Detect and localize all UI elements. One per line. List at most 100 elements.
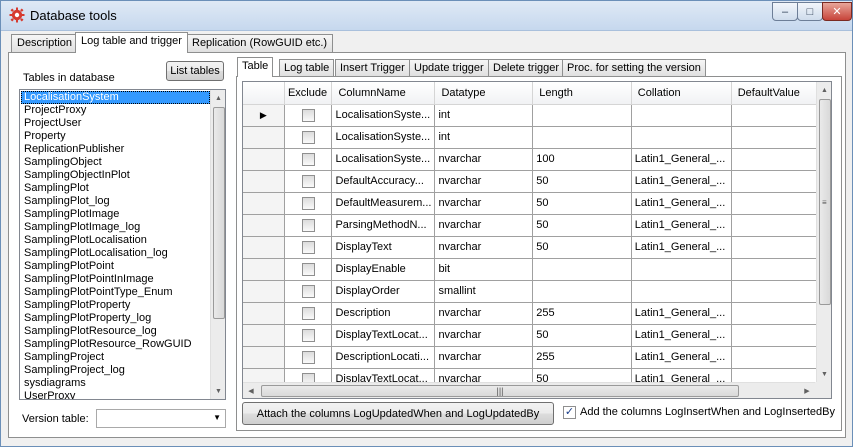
columnname-cell[interactable]: DescriptionLocati...: [331, 346, 436, 369]
collation-cell[interactable]: [631, 280, 732, 303]
columnname-cell[interactable]: DisplayEnable: [331, 258, 436, 281]
datatype-cell[interactable]: int: [434, 126, 534, 149]
minimize-button[interactable]: –: [772, 2, 798, 21]
list-item[interactable]: SamplingPlotPointType_Enum: [21, 286, 210, 299]
row-header[interactable]: [243, 148, 285, 171]
list-item[interactable]: SamplingPlotPointInImage: [21, 273, 210, 286]
list-item[interactable]: sysdiagrams: [21, 377, 210, 390]
table-row[interactable]: DefaultAccuracy... nvarchar 50 Latin1_Gener…: [243, 170, 831, 193]
length-cell[interactable]: 255: [532, 346, 632, 369]
tables-vertical-scrollbar[interactable]: ▲ ▼: [210, 90, 225, 399]
close-button[interactable]: ✕: [822, 2, 852, 21]
row-header[interactable]: [243, 280, 285, 303]
list-item[interactable]: SamplingPlotImage_log: [21, 221, 210, 234]
column-header-exclude[interactable]: Exclude: [284, 82, 333, 105]
collation-cell[interactable]: [631, 258, 732, 281]
tab-delete-trigger[interactable]: Delete trigger: [488, 59, 565, 76]
length-cell[interactable]: [532, 126, 632, 149]
tab-insert-trigger[interactable]: Insert Trigger: [335, 59, 410, 76]
columns-grid[interactable]: Exclude ColumnName Datatype Length Colla…: [242, 81, 832, 399]
tab-table[interactable]: Table: [237, 57, 274, 77]
exclude-checkbox[interactable]: [301, 174, 315, 188]
scroll-down-icon[interactable]: ▼: [211, 383, 225, 399]
add-insert-columns-checkbox[interactable]: ✓: [563, 406, 576, 419]
row-header[interactable]: [243, 214, 285, 237]
exclude-cell[interactable]: [284, 236, 333, 259]
collation-cell[interactable]: Latin1_General_...: [631, 324, 732, 347]
scroll-down-icon[interactable]: ▼: [817, 366, 831, 382]
list-item[interactable]: SamplingObjectInPlot: [21, 169, 210, 182]
exclude-cell[interactable]: [284, 324, 333, 347]
length-cell[interactable]: 50: [532, 170, 632, 193]
exclude-checkbox[interactable]: [301, 196, 315, 210]
exclude-cell[interactable]: [284, 258, 333, 281]
length-cell[interactable]: 50: [532, 192, 632, 215]
row-header[interactable]: [243, 236, 285, 259]
grid-scroll-thumb[interactable]: ≡: [819, 99, 831, 305]
columnname-cell[interactable]: DefaultMeasurem...: [331, 192, 436, 215]
exclude-checkbox[interactable]: [301, 152, 315, 166]
table-row[interactable]: LocalisationSyste... nvarchar 100 Latin1_Ge…: [243, 148, 831, 171]
column-header-collation[interactable]: Collation: [631, 82, 732, 105]
columnname-cell[interactable]: LocalisationSyste...: [331, 126, 436, 149]
tab-description[interactable]: Description: [11, 34, 79, 52]
exclude-cell[interactable]: [284, 170, 333, 193]
list-item[interactable]: LocalisationSystem: [21, 91, 210, 104]
datatype-cell[interactable]: smallint: [434, 280, 534, 303]
list-item[interactable]: SamplingPlot_log: [21, 195, 210, 208]
table-row[interactable]: DisplayEnable bit: [243, 258, 831, 281]
tab-log-table[interactable]: Log table: [279, 59, 335, 76]
row-header[interactable]: [243, 192, 285, 215]
list-item[interactable]: ProjectProxy: [21, 104, 210, 117]
list-item[interactable]: SamplingPlotResource_log: [21, 325, 210, 338]
table-row[interactable]: DescriptionLocati... nvarchar 255 Latin1_Ge…: [243, 346, 831, 369]
row-header[interactable]: [243, 126, 285, 149]
list-item[interactable]: ProjectUser: [21, 117, 210, 130]
table-row[interactable]: Description nvarchar 255 Latin1_General_...: [243, 302, 831, 325]
datatype-cell[interactable]: nvarchar: [434, 148, 534, 171]
scroll-thumb[interactable]: [213, 107, 225, 319]
exclude-cell[interactable]: [284, 126, 333, 149]
row-header[interactable]: ▶: [243, 104, 285, 127]
datatype-cell[interactable]: bit: [434, 258, 534, 281]
grid-horizontal-scrollbar[interactable]: ◀ ||| ▶: [243, 382, 815, 398]
exclude-cell[interactable]: [284, 104, 333, 127]
row-header[interactable]: [243, 170, 285, 193]
length-cell[interactable]: 50: [532, 214, 632, 237]
columnname-cell[interactable]: DisplayOrder: [331, 280, 436, 303]
exclude-cell[interactable]: [284, 192, 333, 215]
columnname-cell[interactable]: Description: [331, 302, 436, 325]
table-row[interactable]: ParsingMethodN... nvarchar 50 Latin1_Genera…: [243, 214, 831, 237]
exclude-checkbox[interactable]: [301, 284, 315, 298]
exclude-checkbox[interactable]: [301, 262, 315, 276]
exclude-checkbox[interactable]: [301, 108, 315, 122]
datatype-cell[interactable]: nvarchar: [434, 346, 534, 369]
datatype-cell[interactable]: nvarchar: [434, 192, 534, 215]
list-item[interactable]: SamplingPlotProperty_log: [21, 312, 210, 325]
exclude-cell[interactable]: [284, 214, 333, 237]
table-row[interactable]: DisplayText nvarchar 50 Latin1_General_...: [243, 236, 831, 259]
collation-cell[interactable]: Latin1_General_...: [631, 214, 732, 237]
columnname-cell[interactable]: LocalisationSyste...: [331, 148, 436, 171]
list-item[interactable]: SamplingPlotPoint: [21, 260, 210, 273]
version-table-combobox[interactable]: ▼: [96, 409, 226, 428]
collation-cell[interactable]: Latin1_General_...: [631, 302, 732, 325]
scroll-up-icon[interactable]: ▲: [211, 90, 225, 106]
scroll-right-icon[interactable]: ▶: [799, 383, 815, 399]
table-row[interactable]: ▶ LocalisationSyste... int: [243, 104, 831, 127]
exclude-checkbox[interactable]: [301, 218, 315, 232]
columnname-cell[interactable]: ParsingMethodN...: [331, 214, 436, 237]
list-item[interactable]: UserProxy: [21, 390, 210, 399]
datatype-cell[interactable]: nvarchar: [434, 324, 534, 347]
collation-cell[interactable]: Latin1_General_...: [631, 192, 732, 215]
row-header[interactable]: [243, 324, 285, 347]
collation-cell[interactable]: Latin1_General_...: [631, 236, 732, 259]
chevron-down-icon[interactable]: ▼: [213, 413, 221, 422]
list-item[interactable]: SamplingPlotResource_RowGUID: [21, 338, 210, 351]
grid-horizontal-thumb[interactable]: |||: [261, 385, 739, 397]
list-tables-button[interactable]: List tables: [166, 61, 224, 81]
row-header[interactable]: [243, 346, 285, 369]
length-cell[interactable]: [532, 258, 632, 281]
grid-vertical-scrollbar[interactable]: ▲ ≡ ▼: [816, 82, 831, 382]
exclude-checkbox[interactable]: [301, 306, 315, 320]
